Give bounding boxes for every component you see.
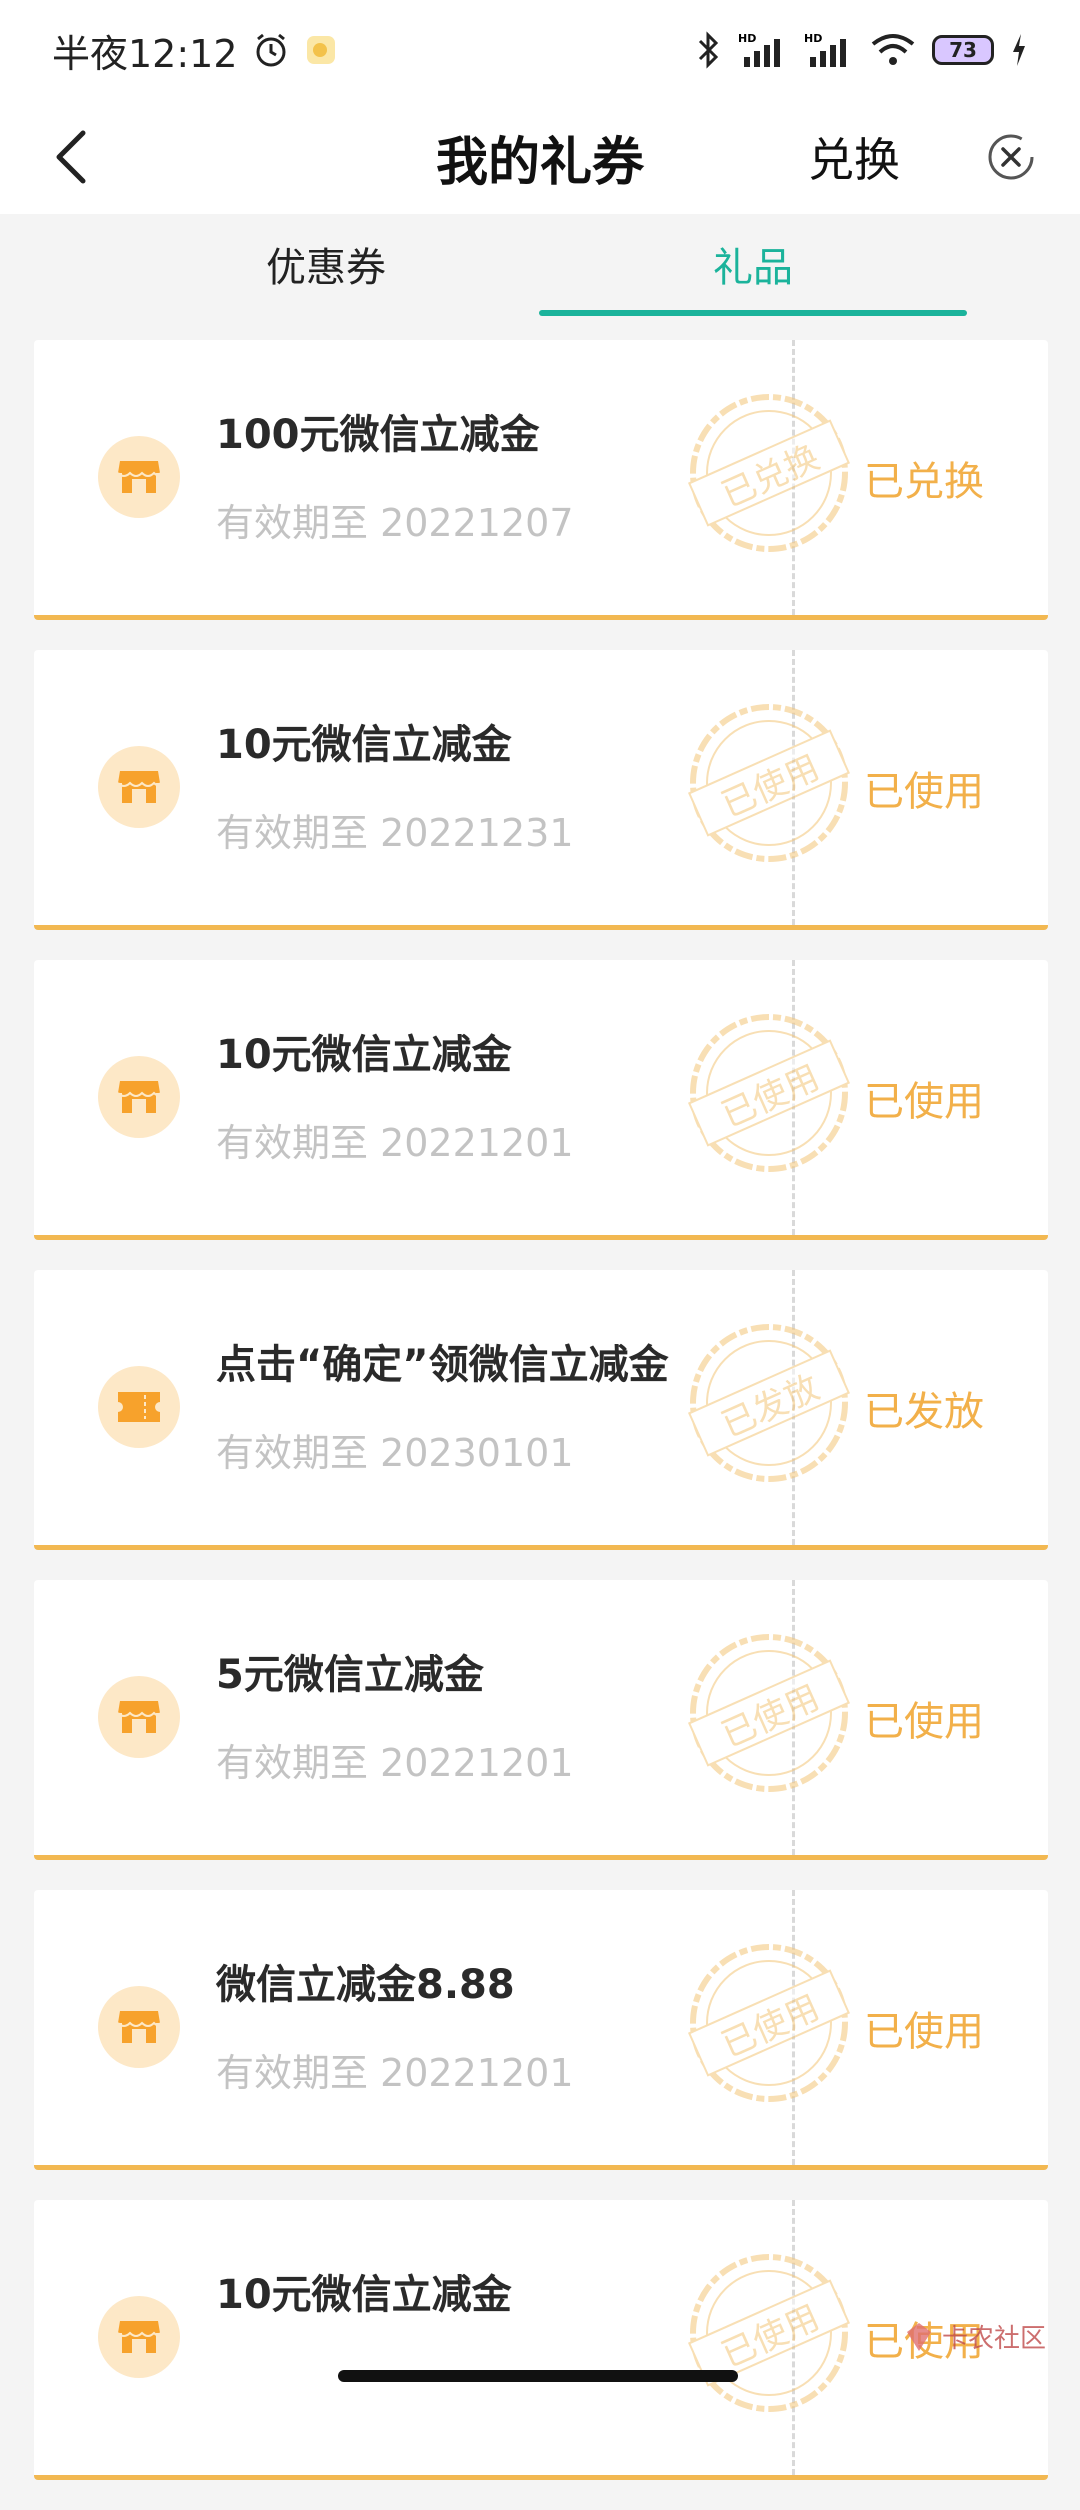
gift-expiry-date: 有效期至 20221207 [216, 501, 574, 545]
svg-text:HD: HD [804, 32, 822, 45]
wifi-icon [870, 32, 916, 68]
gift-status: 已发放 [864, 1388, 984, 1435]
gift-title: 100元微信立减金 [216, 412, 540, 458]
status-bar: 半夜12:12 HD HD 73 [0, 0, 1080, 100]
gift-expiry-date: 有效期至 20221201 [216, 1741, 574, 1785]
gift-status: 已使用 [864, 768, 984, 815]
gift-title: 点击“确定”领微信立减金 [216, 1342, 669, 1388]
gift-card[interactable]: 5元微信立减金 有效期至 20221201 已使用 已使用 [34, 1580, 1048, 1860]
gift-expiry-date: 有效期至 20221201 [216, 1121, 574, 1165]
svg-text:HD: HD [738, 32, 756, 45]
gift-card[interactable]: 10元微信立减金 有效期至 20221201 已使用 已使用 [34, 960, 1048, 1240]
gift-status: 已使用 [864, 1698, 984, 1745]
gift-card[interactable]: 点击“确定”领微信立减金 有效期至 20230101 已发放 已发放 [34, 1270, 1048, 1550]
shop-icon [98, 1056, 180, 1138]
bluetooth-icon [696, 30, 722, 70]
gift-list: 100元微信立减金 有效期至 20221207 已兑换 已兑换 10元微信立减金 有效期至… [34, 340, 1048, 2510]
page-title: 我的礼券 [435, 132, 644, 193]
nav-bar: 我的礼券 兑换 [0, 100, 1080, 214]
shop-icon [98, 1676, 180, 1758]
gift-status: 已兑换 [864, 458, 984, 505]
gift-expiry-date: 有效期至 20221231 [216, 811, 574, 855]
active-tab-indicator [539, 310, 967, 316]
shop-icon [98, 1986, 180, 2068]
tab-bar: 优惠券 礼品 [0, 214, 1080, 318]
gift-status: 已使用 [864, 2008, 984, 2055]
tab-gifts[interactable]: 礼品 [539, 214, 967, 314]
home-indicator[interactable] [338, 2370, 738, 2382]
status-left: 半夜12:12 [52, 23, 338, 78]
app-notification-icon [304, 33, 338, 67]
alarm-icon [252, 31, 290, 69]
gift-title: 5元微信立减金 [216, 1652, 484, 1698]
gift-expiry-date: 有效期至 20230101 [216, 1431, 574, 1475]
shop-icon [98, 2296, 180, 2378]
gift-status: 已使用 [864, 1078, 984, 1125]
tab-coupons[interactable]: 优惠券 [112, 214, 540, 314]
gift-card[interactable]: 微信立减金8.88 有效期至 20221201 已使用 已使用 [34, 1890, 1048, 2170]
watermark: 卡农社区 [902, 2318, 1046, 2355]
close-button[interactable] [982, 128, 1040, 186]
gift-title: 10元微信立减金 [216, 2272, 512, 2318]
gift-card[interactable]: 10元微信立减金已使用已使用 [34, 2200, 1048, 2480]
gift-card[interactable]: 10元微信立减金 有效期至 20221231 已使用 已使用 [34, 650, 1048, 930]
watermark-logo-icon [907, 2322, 931, 2351]
shop-icon [98, 436, 180, 518]
redeem-button[interactable]: 兑换 [808, 100, 900, 214]
gift-title: 10元微信立减金 [216, 722, 512, 768]
gift-expiry-date: 有效期至 20221201 [216, 2051, 574, 2095]
gift-title: 微信立减金8.88 [216, 1962, 515, 2008]
status-time: 半夜12:12 [52, 31, 238, 76]
watermark-text: 卡农社区 [942, 2324, 1047, 2354]
gift-title: 10元微信立减金 [216, 1032, 512, 1078]
signal-icon-2: HD [804, 31, 854, 69]
battery-indicator: 73 [932, 35, 994, 65]
signal-icon: HD [738, 31, 788, 69]
shop-icon [98, 746, 180, 828]
ticket-icon [98, 1366, 180, 1448]
close-circle-icon [988, 134, 1034, 180]
gift-card[interactable]: 100元微信立减金 有效期至 20221207 已兑换 已兑换 [34, 340, 1048, 620]
charging-icon [1010, 32, 1028, 68]
status-right: HD HD 73 [696, 30, 1028, 70]
